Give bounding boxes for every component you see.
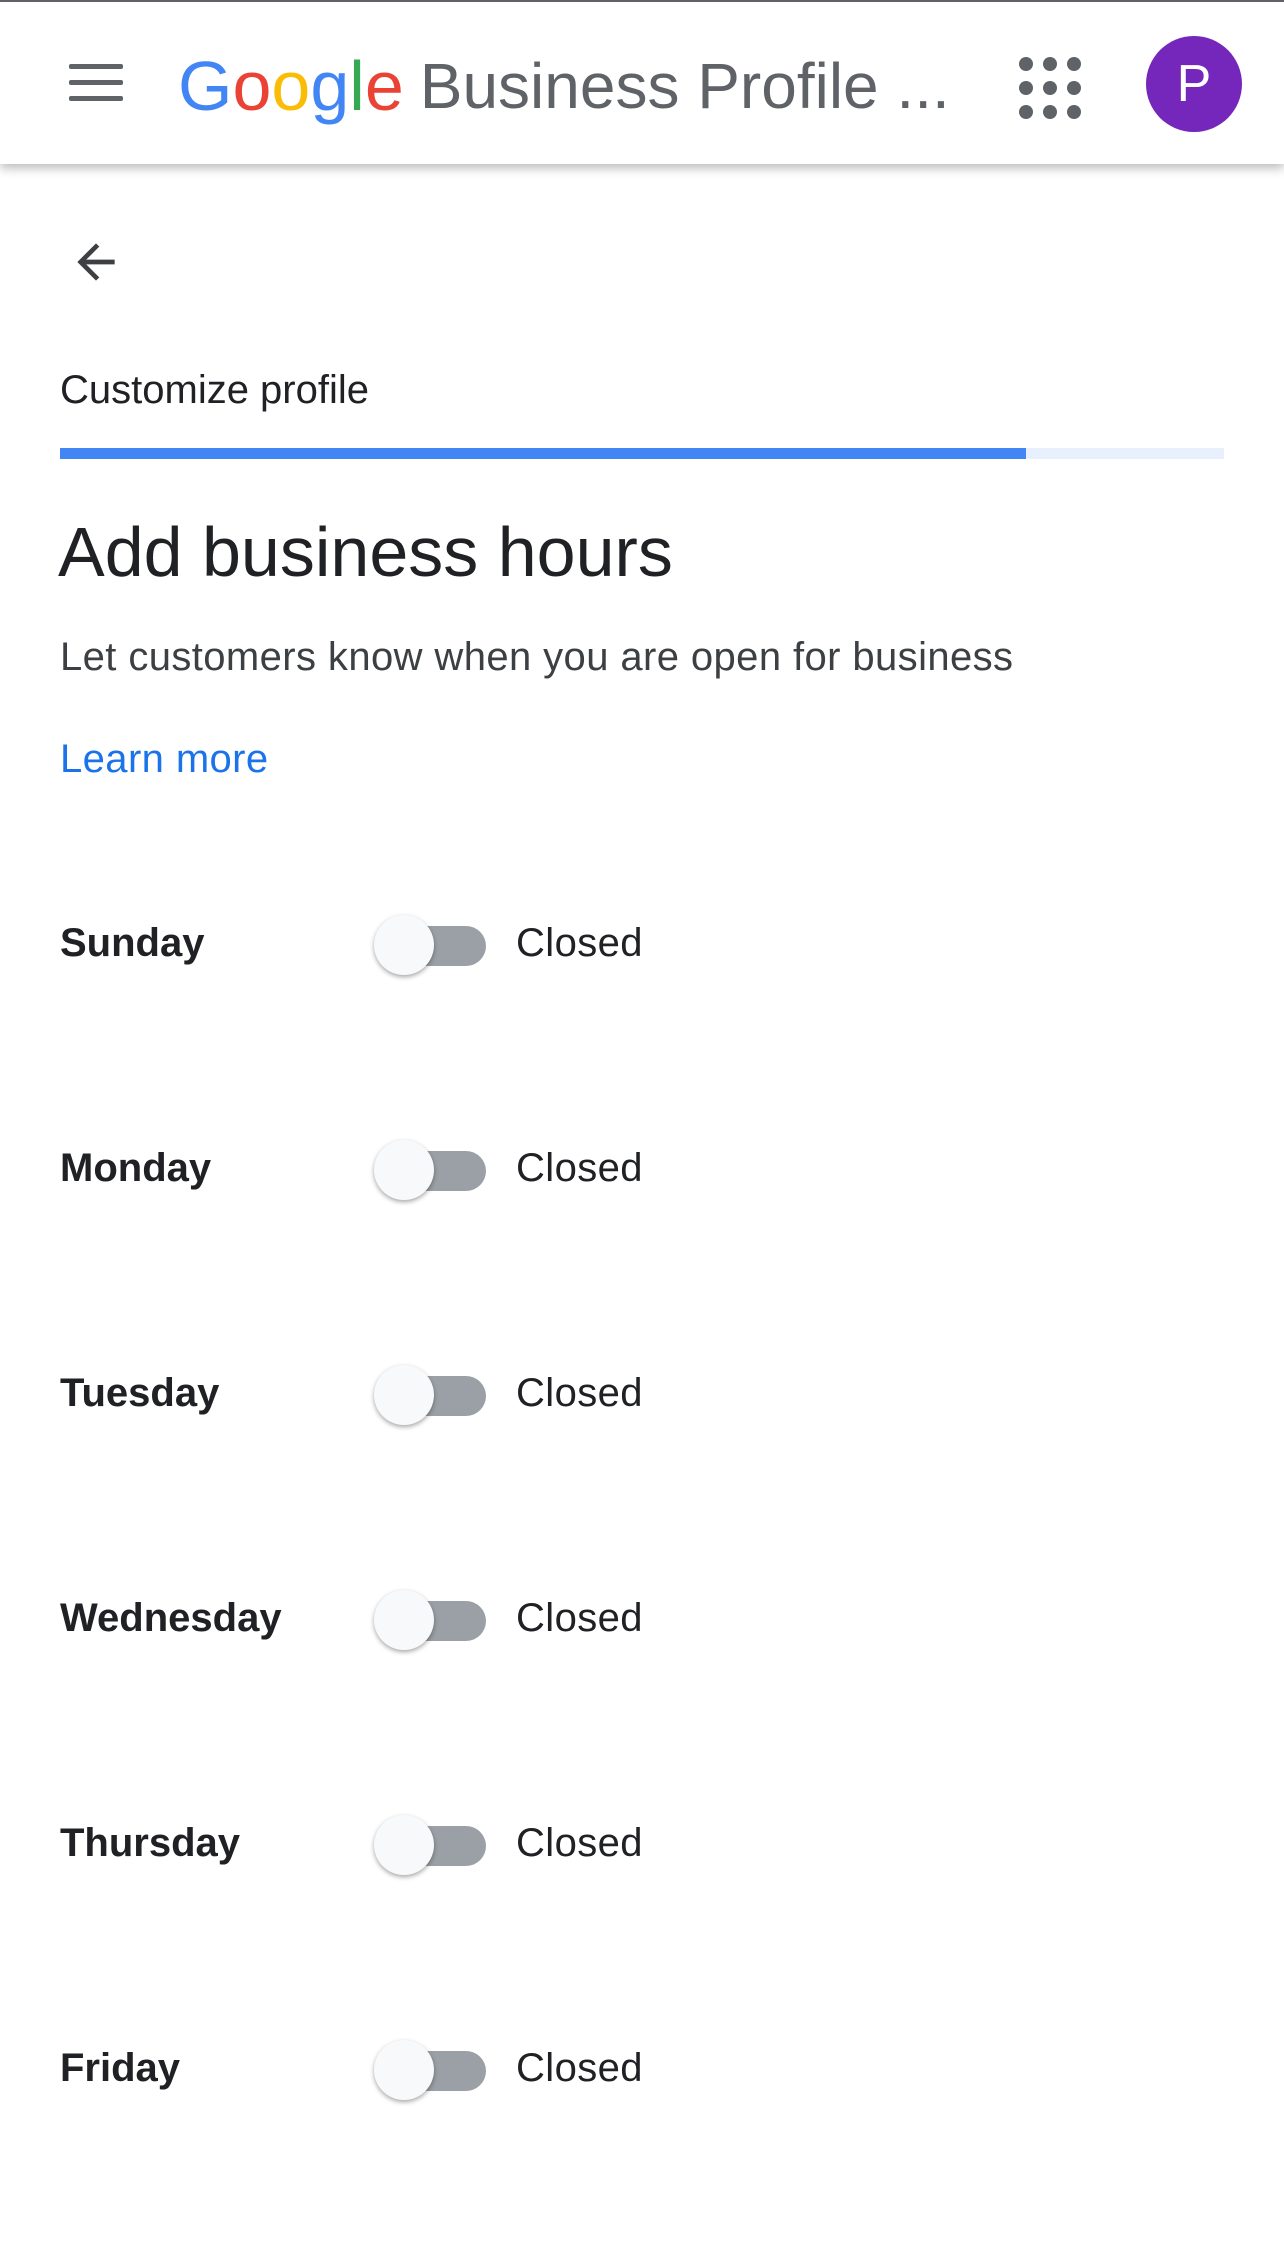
friday-open-toggle[interactable]: [374, 2037, 490, 2100]
day-row-friday: Friday Closed: [0, 2023, 1284, 2113]
day-row-tuesday: Tuesday Closed: [0, 1348, 1284, 1438]
main-menu-button[interactable]: [56, 46, 136, 118]
learn-more-link[interactable]: Learn more: [60, 730, 269, 788]
day-label: Sunday: [60, 921, 205, 965]
thursday-open-toggle[interactable]: [374, 1812, 490, 1875]
day-row-wednesday: Wednesday Closed: [0, 1573, 1284, 1663]
arrow-back-icon: [77, 243, 115, 281]
monday-open-toggle[interactable]: [374, 1137, 490, 1200]
day-row-thursday: Thursday Closed: [0, 1798, 1284, 1888]
day-label: Tuesday: [60, 1371, 220, 1415]
account-avatar[interactable]: P: [1146, 36, 1242, 132]
day-label: Friday: [60, 2046, 181, 2090]
day-status: Closed: [516, 1371, 643, 1415]
day-status: Closed: [516, 1596, 643, 1640]
day-status: Closed: [516, 1821, 643, 1865]
top-app-bar: Google Business Profile ... P: [0, 0, 1284, 164]
apps-grid-icon: [1019, 57, 1081, 119]
hamburger-menu-icon: [69, 63, 123, 69]
step-title: Customize profile: [60, 368, 370, 412]
tuesday-open-toggle[interactable]: [374, 1362, 490, 1425]
setup-progress-fill: [60, 448, 1027, 459]
sunday-open-toggle[interactable]: [374, 912, 490, 975]
avatar-initial: P: [1176, 55, 1212, 113]
day-status: Closed: [516, 921, 643, 965]
google-apps-button[interactable]: [1012, 50, 1088, 126]
back-button[interactable]: [56, 222, 136, 302]
setup-progress-bar: [60, 448, 1224, 459]
day-row-sunday: Sunday Closed: [0, 898, 1284, 988]
day-label: Thursday: [60, 1821, 241, 1865]
day-status: Closed: [516, 1146, 643, 1190]
day-row-monday: Monday Closed: [0, 1123, 1284, 1213]
google-logo: Google: [178, 47, 404, 125]
page-description: Let customers know when you are open for…: [60, 635, 1014, 679]
day-label: Wednesday: [60, 1596, 282, 1640]
wednesday-open-toggle[interactable]: [374, 1587, 490, 1650]
app-title: Google Business Profile ...: [178, 38, 950, 134]
product-title: Business Profile ...: [419, 50, 950, 122]
page-heading: Add business hours: [58, 513, 673, 591]
day-label: Monday: [60, 1146, 212, 1190]
day-status: Closed: [516, 2046, 643, 2090]
